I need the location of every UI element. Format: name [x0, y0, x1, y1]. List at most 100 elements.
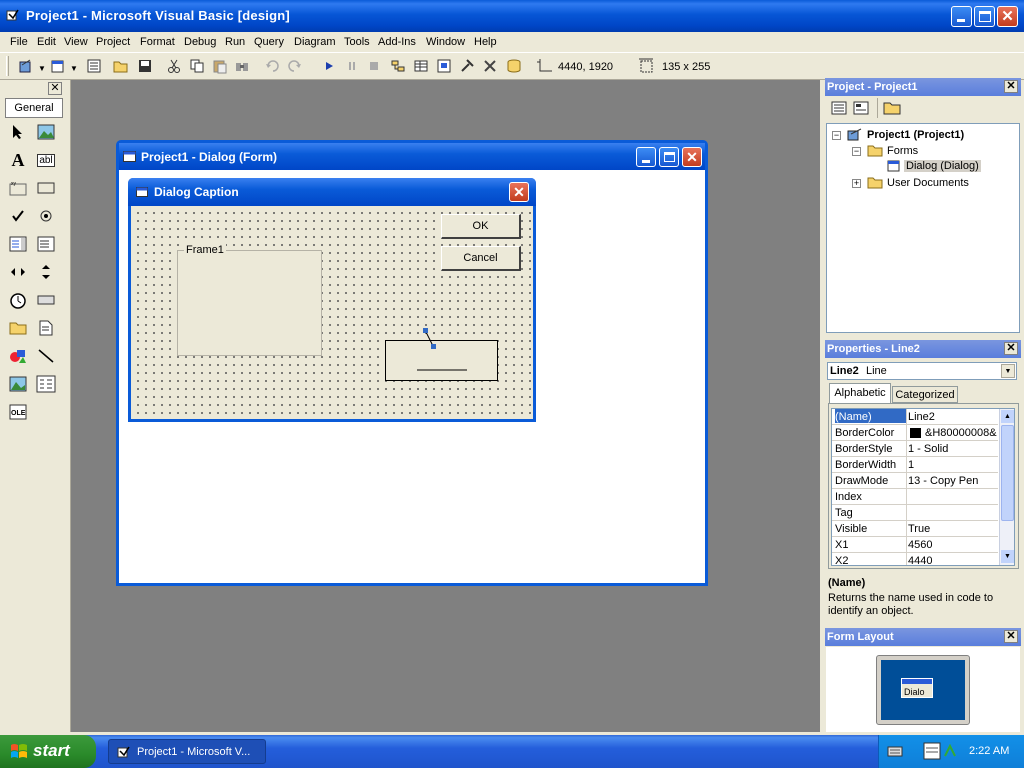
tree-collapse-icon[interactable]: −: [852, 147, 861, 156]
frame-tool-icon[interactable]: xy: [8, 178, 28, 198]
property-value[interactable]: 4440: [908, 555, 998, 565]
tree-user-documents[interactable]: User Documents: [887, 177, 969, 189]
label-tool-icon[interactable]: A: [8, 150, 28, 170]
object-browser-icon[interactable]: [459, 58, 475, 74]
checkbox-tool-icon[interactable]: [8, 206, 28, 226]
property-row[interactable]: Visible True: [832, 521, 998, 537]
line-tool-icon[interactable]: [36, 346, 56, 366]
tree-collapse-icon[interactable]: −: [832, 131, 841, 140]
language-indicator-icon[interactable]: [923, 742, 941, 760]
image-tool-icon[interactable]: [8, 374, 28, 394]
form-window-titlebar[interactable]: Project1 - Dialog (Form) ✕: [119, 143, 705, 170]
clock[interactable]: 2:22 AM: [969, 745, 1009, 757]
form-minimize-button[interactable]: [636, 147, 656, 167]
properties-window-icon[interactable]: [413, 58, 429, 74]
paste-icon[interactable]: [212, 58, 228, 74]
shape-tool-icon[interactable]: [8, 346, 28, 366]
properties-titlebar[interactable]: Properties - Line2 ✕: [825, 340, 1021, 358]
menu-edit[interactable]: Edit: [37, 36, 56, 48]
scroll-down-icon[interactable]: ▼: [1001, 550, 1014, 563]
property-row[interactable]: Index: [832, 489, 998, 505]
undo-icon[interactable]: [264, 58, 280, 74]
scroll-up-icon[interactable]: ▲: [1001, 410, 1014, 423]
ole-tool-icon[interactable]: OLE: [8, 402, 28, 422]
menu-query[interactable]: Query: [254, 36, 284, 48]
break-icon[interactable]: [344, 58, 360, 74]
minimize-button[interactable]: [951, 6, 972, 27]
object-selector[interactable]: Line2 Line ▼: [827, 362, 1017, 380]
property-value[interactable]: &H80000008&: [925, 427, 997, 439]
property-value[interactable]: 1 - Solid: [908, 443, 998, 455]
menu-view[interactable]: View: [64, 36, 88, 48]
commandbutton-tool-icon[interactable]: [36, 178, 56, 198]
cut-icon[interactable]: [166, 58, 182, 74]
maximize-button[interactable]: [974, 6, 995, 27]
menu-tools[interactable]: Tools: [344, 36, 370, 48]
form-layout-close-icon[interactable]: ✕: [1004, 630, 1018, 643]
tree-forms-folder[interactable]: Forms: [887, 145, 918, 157]
open-project-icon[interactable]: [113, 58, 129, 74]
line2-control[interactable]: [411, 324, 483, 372]
line2-handle-start[interactable]: [423, 328, 428, 333]
menu-file[interactable]: File: [10, 36, 28, 48]
property-scrollbar[interactable]: ▲ ▼: [999, 409, 1014, 565]
save-project-icon[interactable]: [137, 58, 153, 74]
vb-app-icon[interactable]: [6, 9, 20, 22]
dialog-titlebar[interactable]: Dialog Caption ✕: [128, 178, 536, 206]
property-value[interactable]: True: [908, 523, 998, 535]
copy-icon[interactable]: [189, 58, 205, 74]
toolbox-icon[interactable]: [482, 58, 498, 74]
line2-handle-end[interactable]: [431, 344, 436, 349]
taskbar-task-vb[interactable]: Project1 - Microsoft V...: [108, 739, 266, 764]
menu-project[interactable]: Project: [96, 36, 130, 48]
toolbox-close-icon[interactable]: ✕: [48, 82, 62, 95]
view-code-icon[interactable]: [831, 101, 847, 115]
menu-debug[interactable]: Debug: [184, 36, 216, 48]
end-icon[interactable]: [366, 58, 382, 74]
filelistbox-tool-icon[interactable]: [36, 318, 56, 338]
view-object-icon[interactable]: [853, 101, 869, 115]
close-button[interactable]: ✕: [997, 6, 1018, 27]
ok-button[interactable]: OK: [441, 214, 521, 239]
property-value[interactable]: 1: [908, 459, 998, 471]
menu-diagram[interactable]: Diagram: [294, 36, 336, 48]
cancel-button[interactable]: Cancel: [441, 246, 521, 271]
menu-window[interactable]: Window: [426, 36, 465, 48]
project-explorer-icon[interactable]: [390, 58, 406, 74]
redo-icon[interactable]: [287, 58, 303, 74]
data-view-icon[interactable]: [506, 58, 522, 74]
property-row[interactable]: BorderWidth 1: [832, 457, 998, 473]
dialog-form[interactable]: Dialog Caption ✕ OK Cancel Frame1: [128, 178, 536, 422]
vscrollbar-tool-icon[interactable]: [36, 262, 56, 282]
start-button[interactable]: start: [0, 735, 96, 768]
toggle-folders-icon[interactable]: [883, 101, 901, 115]
project-explorer-close-icon[interactable]: ✕: [1004, 80, 1018, 93]
form-close-button[interactable]: ✕: [682, 147, 702, 167]
network-icon[interactable]: [943, 744, 957, 758]
add-form-dropdown-icon[interactable]: ▼: [70, 64, 78, 73]
properties-close-icon[interactable]: ✕: [1004, 342, 1018, 355]
menu-help[interactable]: Help: [474, 36, 497, 48]
dirlistbox-tool-icon[interactable]: [8, 318, 28, 338]
listbox-tool-icon[interactable]: [36, 234, 56, 254]
menu-run[interactable]: Run: [225, 36, 245, 48]
tree-form-dialog[interactable]: Dialog (Dialog): [904, 160, 981, 172]
menu-editor-icon[interactable]: [86, 58, 102, 74]
form-position-preview[interactable]: Dialo: [901, 678, 933, 698]
form-layout-titlebar[interactable]: Form Layout ✕: [825, 628, 1021, 646]
toolbar-grip[interactable]: [6, 56, 9, 76]
optionbutton-tool-icon[interactable]: [36, 206, 56, 226]
property-row[interactable]: BorderColor &H80000008&: [832, 425, 998, 441]
start-run-icon[interactable]: [321, 58, 337, 74]
menu-addins[interactable]: Add-Ins: [378, 36, 416, 48]
menu-format[interactable]: Format: [140, 36, 175, 48]
find-icon[interactable]: [234, 58, 250, 74]
chevron-down-icon[interactable]: ▼: [1001, 364, 1015, 378]
pointer-tool-icon[interactable]: [8, 122, 28, 142]
timer-tool-icon[interactable]: [8, 290, 28, 310]
property-row[interactable]: BorderStyle 1 - Solid: [832, 441, 998, 457]
tree-expand-icon[interactable]: +: [852, 179, 861, 188]
dialog-close-button[interactable]: ✕: [509, 182, 529, 202]
add-form-icon[interactable]: [50, 58, 66, 74]
property-value[interactable]: 13 - Copy Pen: [908, 475, 998, 487]
